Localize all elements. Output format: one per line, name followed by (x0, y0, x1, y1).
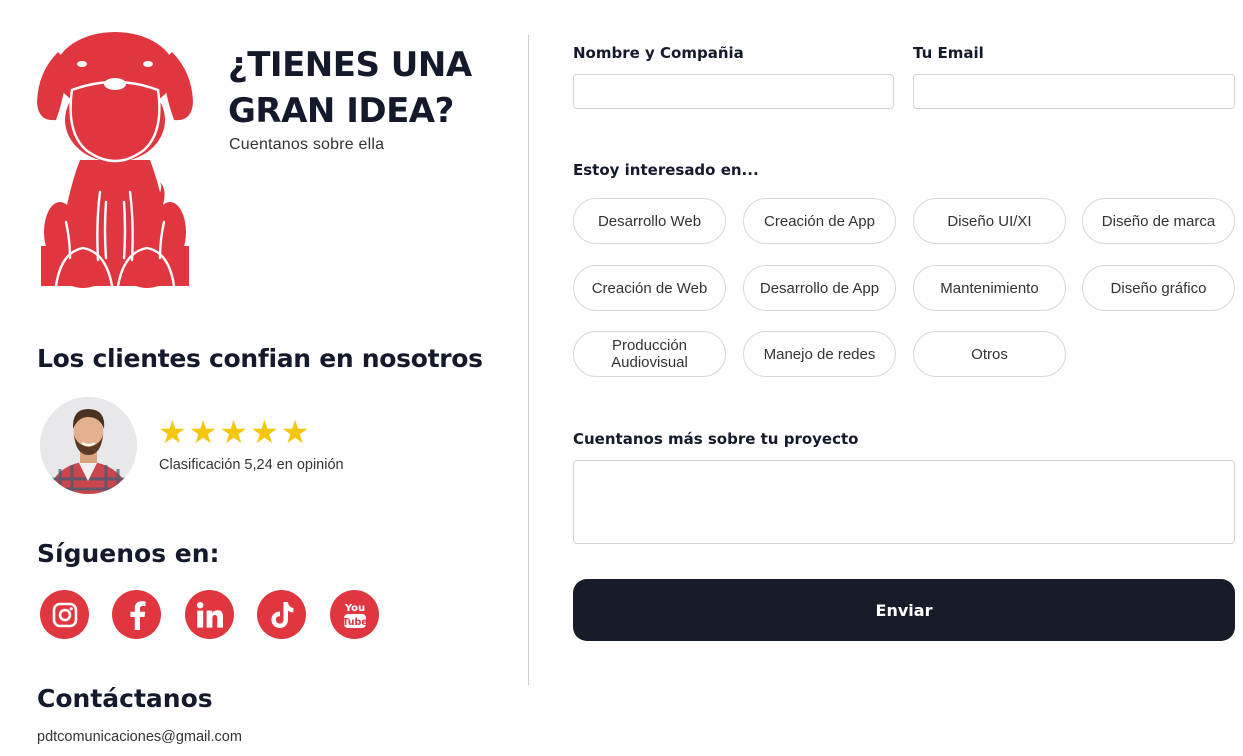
project-textarea[interactable] (573, 460, 1235, 544)
rating-text: Clasificación 5,24 en opinión (159, 457, 344, 473)
trust-title: Los clientes confian en nosotros (37, 344, 483, 373)
contact-email-link[interactable]: pdtcomunicaciones@gmail.com (37, 729, 242, 745)
interest-label: Estoy interesado en... (573, 161, 759, 179)
interest-option-creacion-app[interactable]: Creación de App (743, 198, 896, 244)
interest-option-desarrollo-app[interactable]: Desarrollo de App (743, 265, 896, 311)
interest-option-manejo-redes[interactable]: Manejo de redes (743, 331, 896, 377)
interest-option-desarrollo-web[interactable]: Desarrollo Web (573, 198, 726, 244)
facebook-button[interactable] (112, 590, 161, 639)
name-label: Nombre y Compañia (573, 44, 744, 62)
project-label: Cuentanos más sobre tu proyecto (573, 430, 859, 448)
youtube-button[interactable]: You Tube (330, 590, 379, 639)
interest-option-diseno-grafico[interactable]: Diseño gráfico (1082, 265, 1235, 311)
dog-logo-icon (36, 32, 194, 288)
rating-stars: ★★★★★ (158, 414, 312, 450)
name-company-input[interactable] (573, 74, 894, 109)
tiktok-button[interactable] (257, 590, 306, 639)
hero-headline: ¿TIENES UNA GRAN IDEA? (228, 45, 472, 131)
svg-text:Tube: Tube (343, 617, 367, 628)
linkedin-button[interactable] (185, 590, 234, 639)
interest-option-otros[interactable]: Otros (913, 331, 1066, 377)
vertical-divider (528, 35, 529, 685)
instagram-icon (52, 602, 78, 628)
interest-option-diseno-marca[interactable]: Diseño de marca (1082, 198, 1235, 244)
linkedin-icon (196, 601, 224, 629)
interest-option-diseno-ui[interactable]: Diseño UI/XI (913, 198, 1066, 244)
youtube-icon: You Tube (343, 600, 367, 630)
interest-option-produccion-audiovisual[interactable]: Producción Audiovisual (573, 331, 726, 377)
contact-title: Contáctanos (37, 684, 213, 713)
email-label: Tu Email (913, 44, 984, 62)
submit-button[interactable]: Enviar (573, 579, 1235, 641)
interest-option-creacion-web[interactable]: Creación de Web (573, 265, 726, 311)
tiktok-icon (270, 601, 294, 629)
facebook-icon (126, 600, 148, 630)
avatar (40, 397, 137, 494)
interest-option-mantenimiento[interactable]: Mantenimiento (913, 265, 1066, 311)
hero-subline: Cuentanos sobre ella (229, 136, 385, 153)
instagram-button[interactable] (40, 590, 89, 639)
svg-text:You: You (343, 603, 364, 614)
social-title: Síguenos en: (37, 539, 220, 568)
email-input[interactable] (913, 74, 1235, 109)
